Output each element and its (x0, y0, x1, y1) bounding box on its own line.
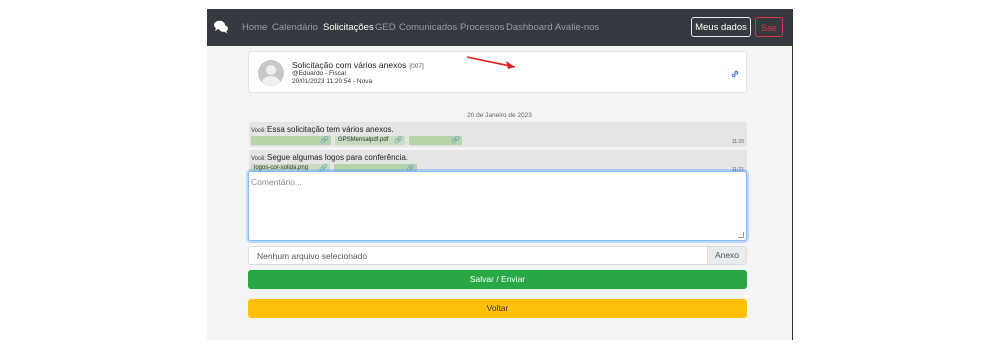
link-icon[interactable] (730, 69, 740, 79)
request-title: Solicitação com vários anexos (292, 60, 407, 70)
attachment-chip[interactable]: 🔗 (251, 136, 331, 145)
message-2-author: Você: (251, 156, 267, 162)
red-arrow-annotation-icon (466, 56, 516, 69)
avatar-head (266, 65, 276, 75)
message-1-time: 11:20 (731, 139, 744, 145)
attachment-name: GPSMensalpdf.pdf (338, 137, 389, 143)
request-id: [007] (409, 63, 424, 70)
nav-calendario[interactable]: Calendário (272, 22, 318, 33)
avatar (258, 60, 284, 86)
attachment-chip[interactable]: GPSMensalpdf.pdf 🔗 (335, 136, 405, 145)
message-1-text-row: Você:Essa solicitação tem vários anexos. (251, 125, 394, 134)
chat-logo-icon[interactable] (213, 19, 229, 35)
nav-comunicados[interactable]: Comunicados (399, 22, 457, 33)
nav-ged[interactable]: GED (375, 22, 396, 33)
message-2-text-row: Você:Segue algumas logos para conferênci… (251, 153, 408, 162)
message-1: Você:Essa solicitação tem vários anexos.… (249, 122, 747, 147)
comment-placeholder: Comentário... (251, 177, 303, 187)
file-input[interactable]: Nenhum arquivo selecionado Anexo (248, 246, 747, 265)
resize-handle-icon[interactable] (738, 232, 744, 238)
salvar-enviar-button[interactable]: Salvar / Enviar (248, 270, 747, 289)
window-edge (792, 9, 793, 340)
request-user: @Eduardo - Fiscal (292, 70, 346, 77)
message-1-author: Você: (251, 128, 267, 134)
meus-dados-button[interactable]: Meus dados (691, 17, 751, 37)
anexo-button[interactable]: Anexo (707, 247, 746, 264)
attachment-link-icon: 🔗 (394, 137, 403, 144)
file-placeholder: Nenhum arquivo selecionado (257, 251, 368, 261)
nav-dashboard[interactable]: Dashboard (506, 22, 552, 33)
request-meta: 20/01/2023 11:20:54 - Nova (292, 78, 373, 85)
navbar: Home Calendário Solicitações GED Comunic… (207, 9, 792, 46)
message-2-text: Segue algumas logos para conferência. (267, 153, 408, 162)
attachment-chip[interactable]: 🔗 (409, 136, 462, 145)
attachment-link-icon: 🔗 (451, 137, 460, 144)
nav-home[interactable]: Home (242, 22, 267, 33)
nav-solicitacoes[interactable]: Solicitações (323, 22, 374, 33)
nav-avalie-nos[interactable]: Avalie-nos (555, 22, 599, 33)
attachment-link-icon: 🔗 (320, 137, 329, 144)
comment-textarea[interactable]: Comentário... (248, 171, 747, 241)
avatar-body (262, 76, 280, 86)
request-title-row: Solicitação com vários anexos [007] (292, 60, 424, 70)
date-separator: 20 de Janeiro de 2023 (467, 112, 532, 119)
message-1-text: Essa solicitação tem vários anexos. (267, 125, 394, 134)
voltar-button[interactable]: Voltar (248, 299, 747, 318)
sair-button[interactable]: Sair (755, 17, 783, 37)
nav-processos[interactable]: Processos (460, 22, 504, 33)
